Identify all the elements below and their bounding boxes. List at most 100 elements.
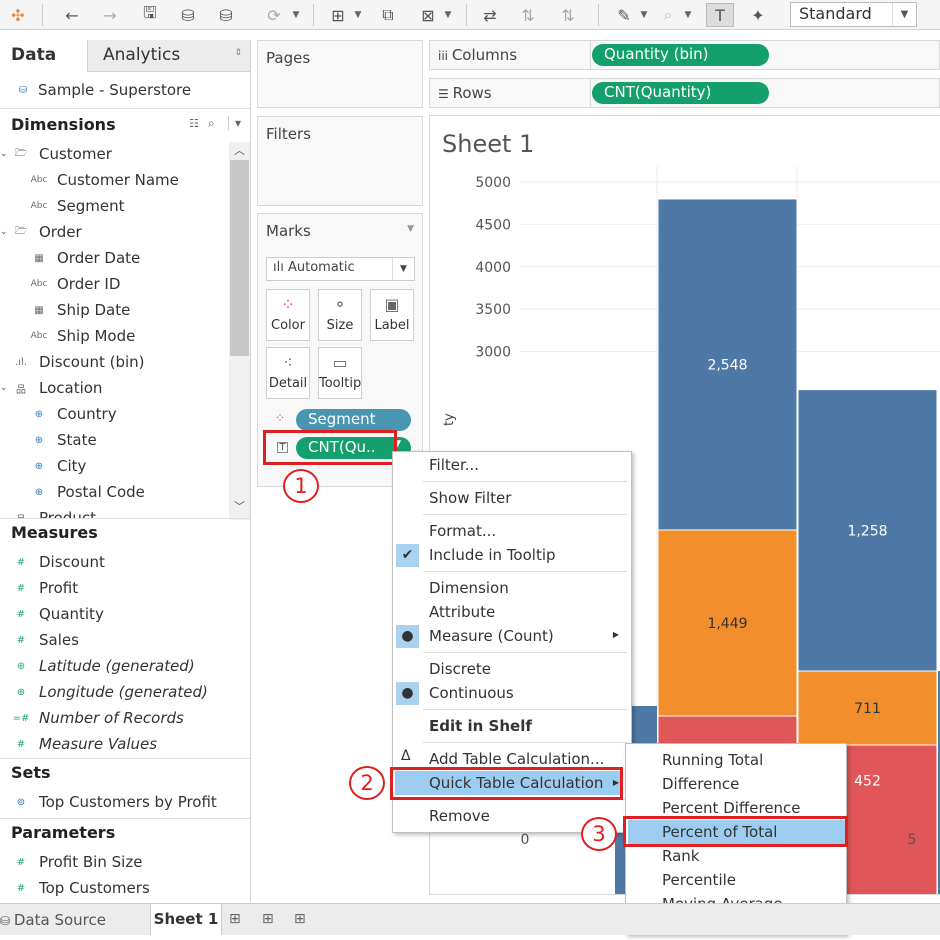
parameter-item[interactable]: # Top Customers — [12, 876, 150, 900]
tab-options-icon[interactable]: ⇕ — [234, 48, 242, 58]
menu-continuous[interactable]: Continuous — [393, 681, 514, 705]
set-item[interactable]: ⊚ Top Customers by Profit — [12, 790, 217, 814]
group-icon[interactable]: ⌕ — [656, 3, 680, 27]
menu-measure-count[interactable]: Measure (Count) — [393, 624, 554, 648]
dimension-item[interactable]: Abc Customer Name — [30, 168, 179, 192]
dimension-item[interactable]: Abc Order ID — [30, 272, 121, 296]
clear-dropdown-icon[interactable]: ▼ — [442, 3, 454, 27]
tableau-logo-icon[interactable]: ✣ — [8, 3, 28, 27]
datasource-item[interactable]: ⛁ Sample - Superstore — [14, 78, 191, 102]
expand-chevron-icon[interactable]: ⌄ — [0, 227, 12, 237]
marks-menu-icon[interactable]: ▼ — [407, 224, 414, 234]
menu-attribute[interactable]: Attribute — [393, 600, 495, 624]
menu-filter[interactable]: Filter... — [393, 453, 479, 477]
chevron-down-icon[interactable]: ▼ — [892, 3, 916, 26]
size-button[interactable]: ⚬ Size — [318, 289, 362, 341]
new-worksheet-dropdown-icon[interactable]: ▼ — [352, 3, 364, 27]
menu-format[interactable]: Format... — [393, 519, 496, 543]
expand-chevron-icon[interactable]: ⌄ — [0, 149, 12, 159]
highlight-icon[interactable]: ✎ — [612, 3, 636, 27]
chevron-down-icon[interactable]: ▼ — [392, 258, 414, 280]
scrollbar-thumb[interactable] — [230, 160, 249, 356]
tab-data[interactable]: Data — [0, 40, 87, 72]
search-icon[interactable]: ⌕ — [208, 116, 215, 131]
label-button[interactable]: ▣ Label — [370, 289, 414, 341]
data-source-tab[interactable]: ⛁ Data Source — [0, 911, 106, 929]
dimension-item[interactable]: ▦ Ship Date — [30, 298, 130, 322]
pin-icon[interactable]: ✦ — [746, 3, 770, 27]
clear-icon[interactable]: ⊠ — [416, 3, 440, 27]
dimension-item[interactable]: ⌄品Product — [0, 506, 96, 518]
pages-card[interactable]: Pages — [257, 40, 423, 108]
view-list-icon[interactable]: ☷ — [189, 117, 199, 130]
scroll-down-icon[interactable]: ﹀ — [234, 498, 245, 514]
save-icon[interactable]: 🖫 — [138, 3, 162, 27]
label-icon[interactable]: T — [706, 3, 734, 27]
dimension-item[interactable]: ⊕ State — [30, 428, 97, 452]
new-sheet-icon[interactable]: ⊞ — [229, 911, 241, 927]
color-button[interactable]: ⁘ Color — [266, 289, 310, 341]
submenu-running-total[interactable]: Running Total — [626, 748, 763, 772]
pane-menu-icon[interactable]: ▾ — [228, 116, 241, 130]
filters-card[interactable]: Filters — [257, 116, 423, 206]
swap-icon[interactable]: ⇄ — [478, 3, 502, 27]
view-size-select[interactable]: Standard ▼ — [790, 2, 917, 27]
dimension-item[interactable]: Abc Ship Mode — [30, 324, 136, 348]
new-worksheet-icon[interactable]: ⊞ — [326, 3, 350, 27]
tab-analytics[interactable]: Analytics ⇕ — [87, 40, 250, 72]
expand-chevron-icon[interactable]: ⌄ — [0, 383, 12, 393]
segment-pill[interactable]: Segment — [296, 409, 411, 431]
new-story-icon[interactable]: ⊞ — [294, 911, 306, 927]
submenu-rank[interactable]: Rank — [626, 844, 699, 868]
dimension-item[interactable]: ⊕ Country — [30, 402, 117, 426]
measure-item[interactable]: =# Number of Records — [12, 706, 184, 730]
submenu-difference[interactable]: Difference — [626, 772, 739, 796]
dimension-item[interactable]: ▦ Order Date — [30, 246, 140, 270]
new-datasource-icon[interactable]: ⛁ — [176, 3, 200, 27]
dimension-item[interactable]: Abc Segment — [30, 194, 125, 218]
dimensions-scrollbar[interactable]: ︿ ﹀ — [229, 142, 250, 520]
measure-item[interactable]: ⊕ Longitude (generated) — [12, 680, 208, 704]
rows-pill[interactable]: CNT(Quantity) — [592, 82, 769, 104]
dimension-item[interactable]: ⌄ 品 Location — [0, 376, 102, 400]
back-icon[interactable]: ← — [60, 3, 84, 27]
dimension-item[interactable]: ⊕ City — [30, 454, 87, 478]
measure-item[interactable]: # Quantity — [12, 602, 104, 626]
columns-pill[interactable]: Quantity (bin) — [592, 44, 769, 66]
submenu-percentile[interactable]: Percentile — [626, 868, 736, 892]
dimension-item[interactable]: ⊕ Postal Code — [30, 480, 145, 504]
forward-icon[interactable]: → — [98, 3, 122, 27]
dimension-item[interactable]: ⌄ 🗁 Order — [0, 220, 82, 244]
sort-desc-icon[interactable]: ⇅ — [556, 3, 580, 27]
parameter-item[interactable]: # Profit Bin Size — [12, 850, 143, 874]
refresh-icon[interactable]: ⟳ — [262, 3, 286, 27]
new-dashboard-icon[interactable]: ⊞ — [262, 911, 274, 927]
sheet-tab[interactable]: Sheet 1 — [150, 904, 222, 935]
menu-edit-in-shelf[interactable]: Edit in Shelf — [393, 714, 532, 738]
menu-discrete[interactable]: Discrete — [393, 657, 491, 681]
highlight-dropdown-icon[interactable]: ▼ — [638, 3, 650, 27]
measure-item[interactable]: # Discount — [12, 550, 105, 574]
dimension-item[interactable]: .ıl. Discount (bin) — [0, 350, 145, 374]
pause-icon[interactable]: ⛁ — [214, 3, 238, 27]
dimension-item[interactable]: ⌄ 🗁 Customer — [0, 142, 112, 166]
detail-button[interactable]: ⁖ Detail — [266, 347, 310, 399]
menu-show-filter[interactable]: Show Filter — [393, 486, 511, 510]
mark-type-select[interactable]: ılı Automatic ▼ — [266, 257, 415, 281]
sort-asc-icon[interactable]: ⇅ — [516, 3, 540, 27]
measure-item[interactable]: # Profit — [12, 576, 78, 600]
tooltip-button[interactable]: ▭ Tooltip — [318, 347, 362, 399]
menu-remove[interactable]: Remove — [393, 804, 490, 828]
measure-item[interactable]: ⊕ Latitude (generated) — [12, 654, 195, 678]
scroll-up-icon[interactable]: ︿ — [234, 142, 245, 158]
duplicate-icon[interactable]: ⧉ — [376, 3, 400, 27]
menu-dimension[interactable]: Dimension — [393, 576, 509, 600]
menu-include-in-tooltip[interactable]: Include in Tooltip — [393, 543, 556, 567]
measure-item[interactable]: # Sales — [12, 628, 79, 652]
columns-shelf[interactable]: iii Columns Quantity (bin) — [429, 40, 940, 70]
group-dropdown-icon[interactable]: ▼ — [682, 3, 694, 27]
measure-label: Measure Values — [39, 735, 158, 753]
rows-shelf[interactable]: ☰ Rows CNT(Quantity) — [429, 78, 940, 108]
measure-item[interactable]: # Measure Values — [12, 732, 157, 756]
refresh-dropdown-icon[interactable]: ▼ — [290, 3, 302, 27]
